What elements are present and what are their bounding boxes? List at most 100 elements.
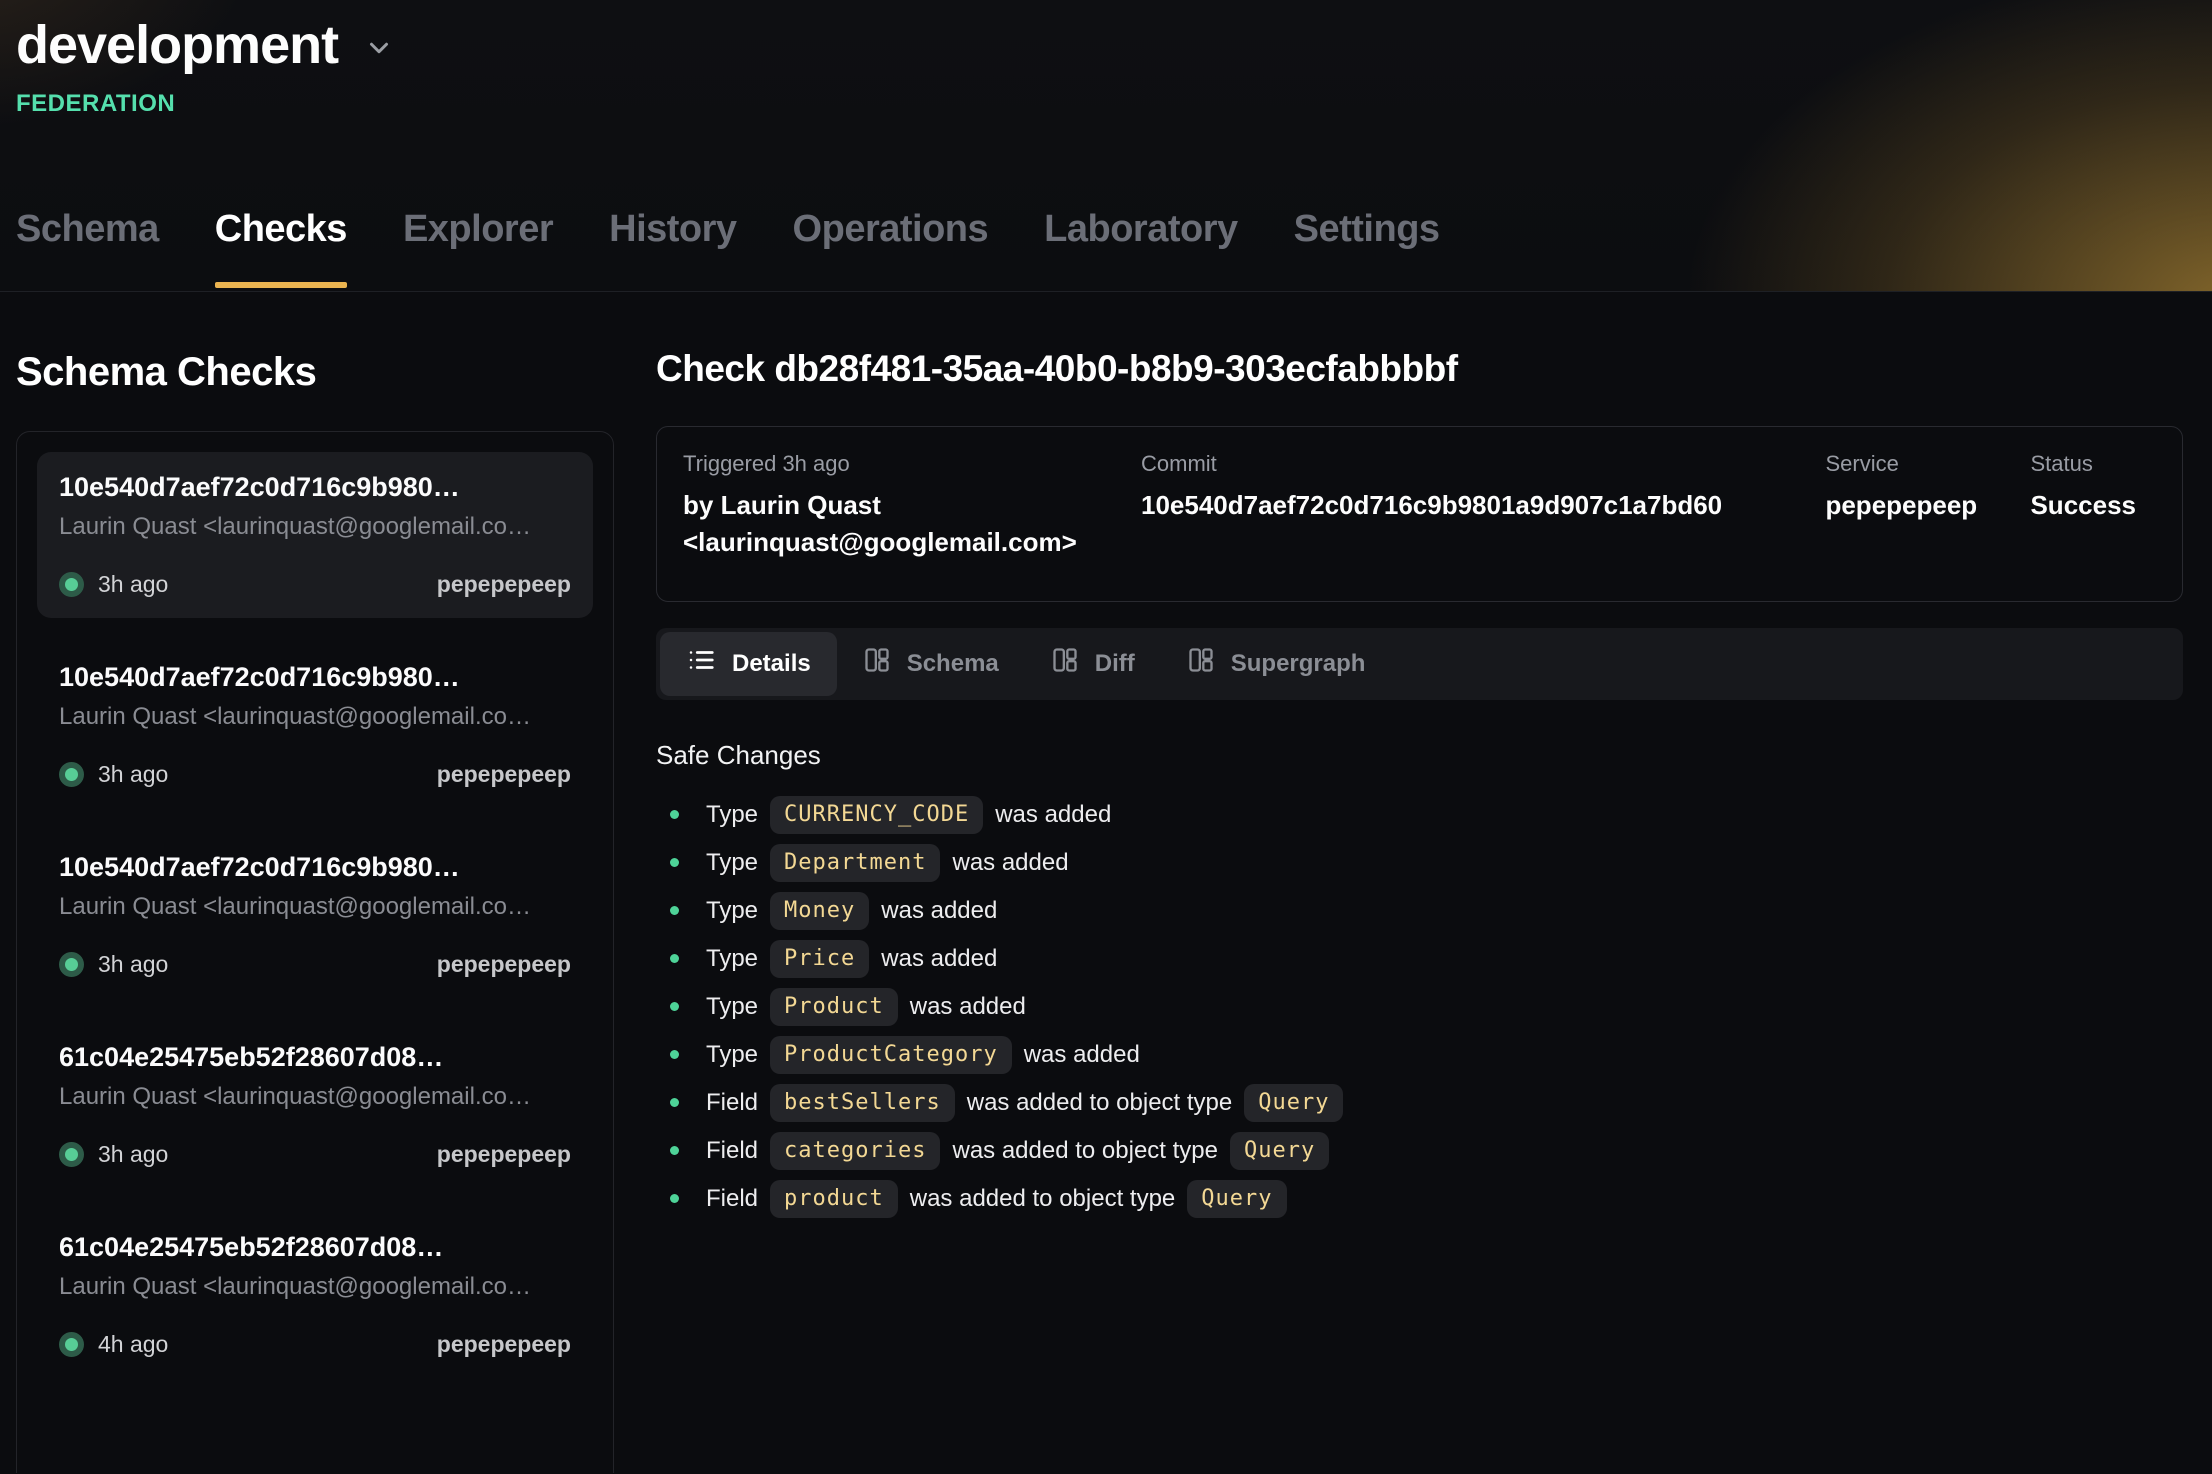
bullet-dot [670,1098,679,1107]
change-code-chip-secondary: Query [1244,1084,1343,1122]
safe-changes-title: Safe Changes [656,740,2183,771]
commit-label: Commit [1141,451,1805,477]
change-description: was added to object type [910,1185,1176,1213]
sidebar-title: Schema Checks [16,350,614,395]
check-time: 3h ago [98,1141,168,1168]
detail-tab[interactable]: Schema [837,632,1025,696]
nav-tab[interactable]: Laboratory [1044,208,1237,291]
triggered-label: Triggered 3h ago [683,451,1121,477]
check-list-item[interactable]: 10e540d7aef72c0d716c9b980… Laurin Quast … [37,832,593,998]
change-code-chip-secondary: Query [1230,1132,1329,1170]
change-description: was added [910,993,1026,1021]
commit-value: 10e540d7aef72c0d716c9b9801a9d907c1a7bd60 [1141,487,1805,524]
check-list-item[interactable]: 61c04e25475eb52f28607d08… Laurin Quast <… [37,1022,593,1188]
check-meta: 3h ago pepepepeep [59,571,571,598]
change-prefix: Type [706,1041,758,1069]
change-code-chip-secondary: Query [1187,1180,1286,1218]
change-code-chip: Money [770,892,869,930]
status-label: Status [2030,451,2136,477]
change-row: Field bestSellers was added to object ty… [656,1081,2183,1125]
status-success-dot [59,1142,84,1167]
nav-tab[interactable]: Settings [1294,208,1440,291]
check-commit-id: 10e540d7aef72c0d716c9b980… [59,852,571,883]
nav-tab[interactable]: Explorer [403,208,553,291]
check-service: pepepepeep [437,1141,571,1168]
change-description: was added to object type [967,1089,1233,1117]
detail-tab[interactable]: Details [660,632,837,696]
detail-tab[interactable]: Diff [1025,632,1161,696]
check-commit-id: 10e540d7aef72c0d716c9b980… [59,472,571,503]
check-list-item[interactable]: 10e540d7aef72c0d716c9b980… Laurin Quast … [37,642,593,808]
columns-icon [1187,646,1215,681]
check-meta: 3h ago pepepepeep [59,1141,571,1168]
service-label: Service [1825,451,2010,477]
org-brand: development FEDERATION [0,0,2212,118]
change-code-chip: Price [770,940,869,978]
change-prefix: Field [706,1137,758,1165]
check-time: 3h ago [98,571,168,598]
change-description: was added [995,801,1111,829]
check-commit-id: 10e540d7aef72c0d716c9b980… [59,662,571,693]
check-time: 3h ago [98,951,168,978]
change-row: Type CURRENCY_CODE was added [656,793,2183,837]
check-author: Laurin Quast <laurinquast@googlemail.co… [59,1083,571,1111]
check-author: Laurin Quast <laurinquast@googlemail.co… [59,703,571,731]
detail-tab-label: Diff [1095,650,1135,678]
check-meta: 3h ago pepepepeep [59,761,571,788]
bullet-dot [670,906,679,915]
change-prefix: Type [706,945,758,973]
bullet-dot [670,1146,679,1155]
bullet-dot [670,1002,679,1011]
columns-icon [1051,646,1079,681]
check-detail-title: Check db28f481-35aa-40b0-b8b9-303ecfabbb… [656,348,2183,390]
nav-tab[interactable]: Operations [793,208,989,291]
change-code-chip: Product [770,988,898,1026]
change-description: was added to object type [952,1137,1218,1165]
check-meta: 3h ago pepepepeep [59,951,571,978]
check-list: 10e540d7aef72c0d716c9b980… Laurin Quast … [16,431,614,1473]
change-row: Type Money was added [656,889,2183,933]
detail-tab-label: Supergraph [1231,650,1366,678]
check-list-item[interactable]: 61c04e25475eb52f28607d08… Laurin Quast <… [37,1212,593,1378]
check-author: Laurin Quast <laurinquast@googlemail.co… [59,893,571,921]
chevron-down-icon[interactable] [364,33,394,68]
check-service: pepepepeep [437,761,571,788]
change-prefix: Type [706,849,758,877]
service-value: pepepepeep [1825,487,2010,524]
change-prefix: Type [706,801,758,829]
nav-tab[interactable]: Schema [16,208,159,291]
detail-tab[interactable]: Supergraph [1161,632,1392,696]
list-icon [686,645,716,682]
change-code-chip: ProductCategory [770,1036,1012,1074]
check-commit-id: 61c04e25475eb52f28607d08… [59,1232,571,1263]
bullet-dot [670,1050,679,1059]
check-list-item[interactable]: 10e540d7aef72c0d716c9b980… Laurin Quast … [37,452,593,618]
schema-checks-sidebar: Schema Checks 10e540d7aef72c0d716c9b980…… [16,292,614,1473]
triggered-value: by Laurin Quast <laurinquast@googlemail.… [683,487,1121,561]
change-code-chip: bestSellers [770,1084,955,1122]
change-prefix: Field [706,1185,758,1213]
check-service: pepepepeep [437,571,571,598]
status-value: Success [2030,487,2136,524]
change-description: was added [881,945,997,973]
change-row: Type Product was added [656,985,2183,1029]
status-success-dot [59,952,84,977]
org-name[interactable]: development [16,14,338,76]
change-description: was added [1024,1041,1140,1069]
status-success-dot [59,1332,84,1357]
change-code-chip: categories [770,1132,940,1170]
bullet-dot [670,954,679,963]
change-prefix: Type [706,993,758,1021]
check-detail-tabs: Details Schema [656,628,2183,700]
check-service: pepepepeep [437,951,571,978]
nav-tab[interactable]: Checks [215,208,347,291]
safe-changes-list: Type CURRENCY_CODE was added Type Depart… [656,793,2183,1221]
change-row: Field categories was added to object typ… [656,1129,2183,1173]
change-row: Type ProductCategory was added [656,1033,2183,1077]
columns-icon [863,646,891,681]
check-service: pepepepeep [437,1331,571,1358]
check-commit-id: 61c04e25475eb52f28607d08… [59,1042,571,1073]
status-success-dot [59,762,84,787]
nav-tab[interactable]: History [609,208,736,291]
bullet-dot [670,810,679,819]
